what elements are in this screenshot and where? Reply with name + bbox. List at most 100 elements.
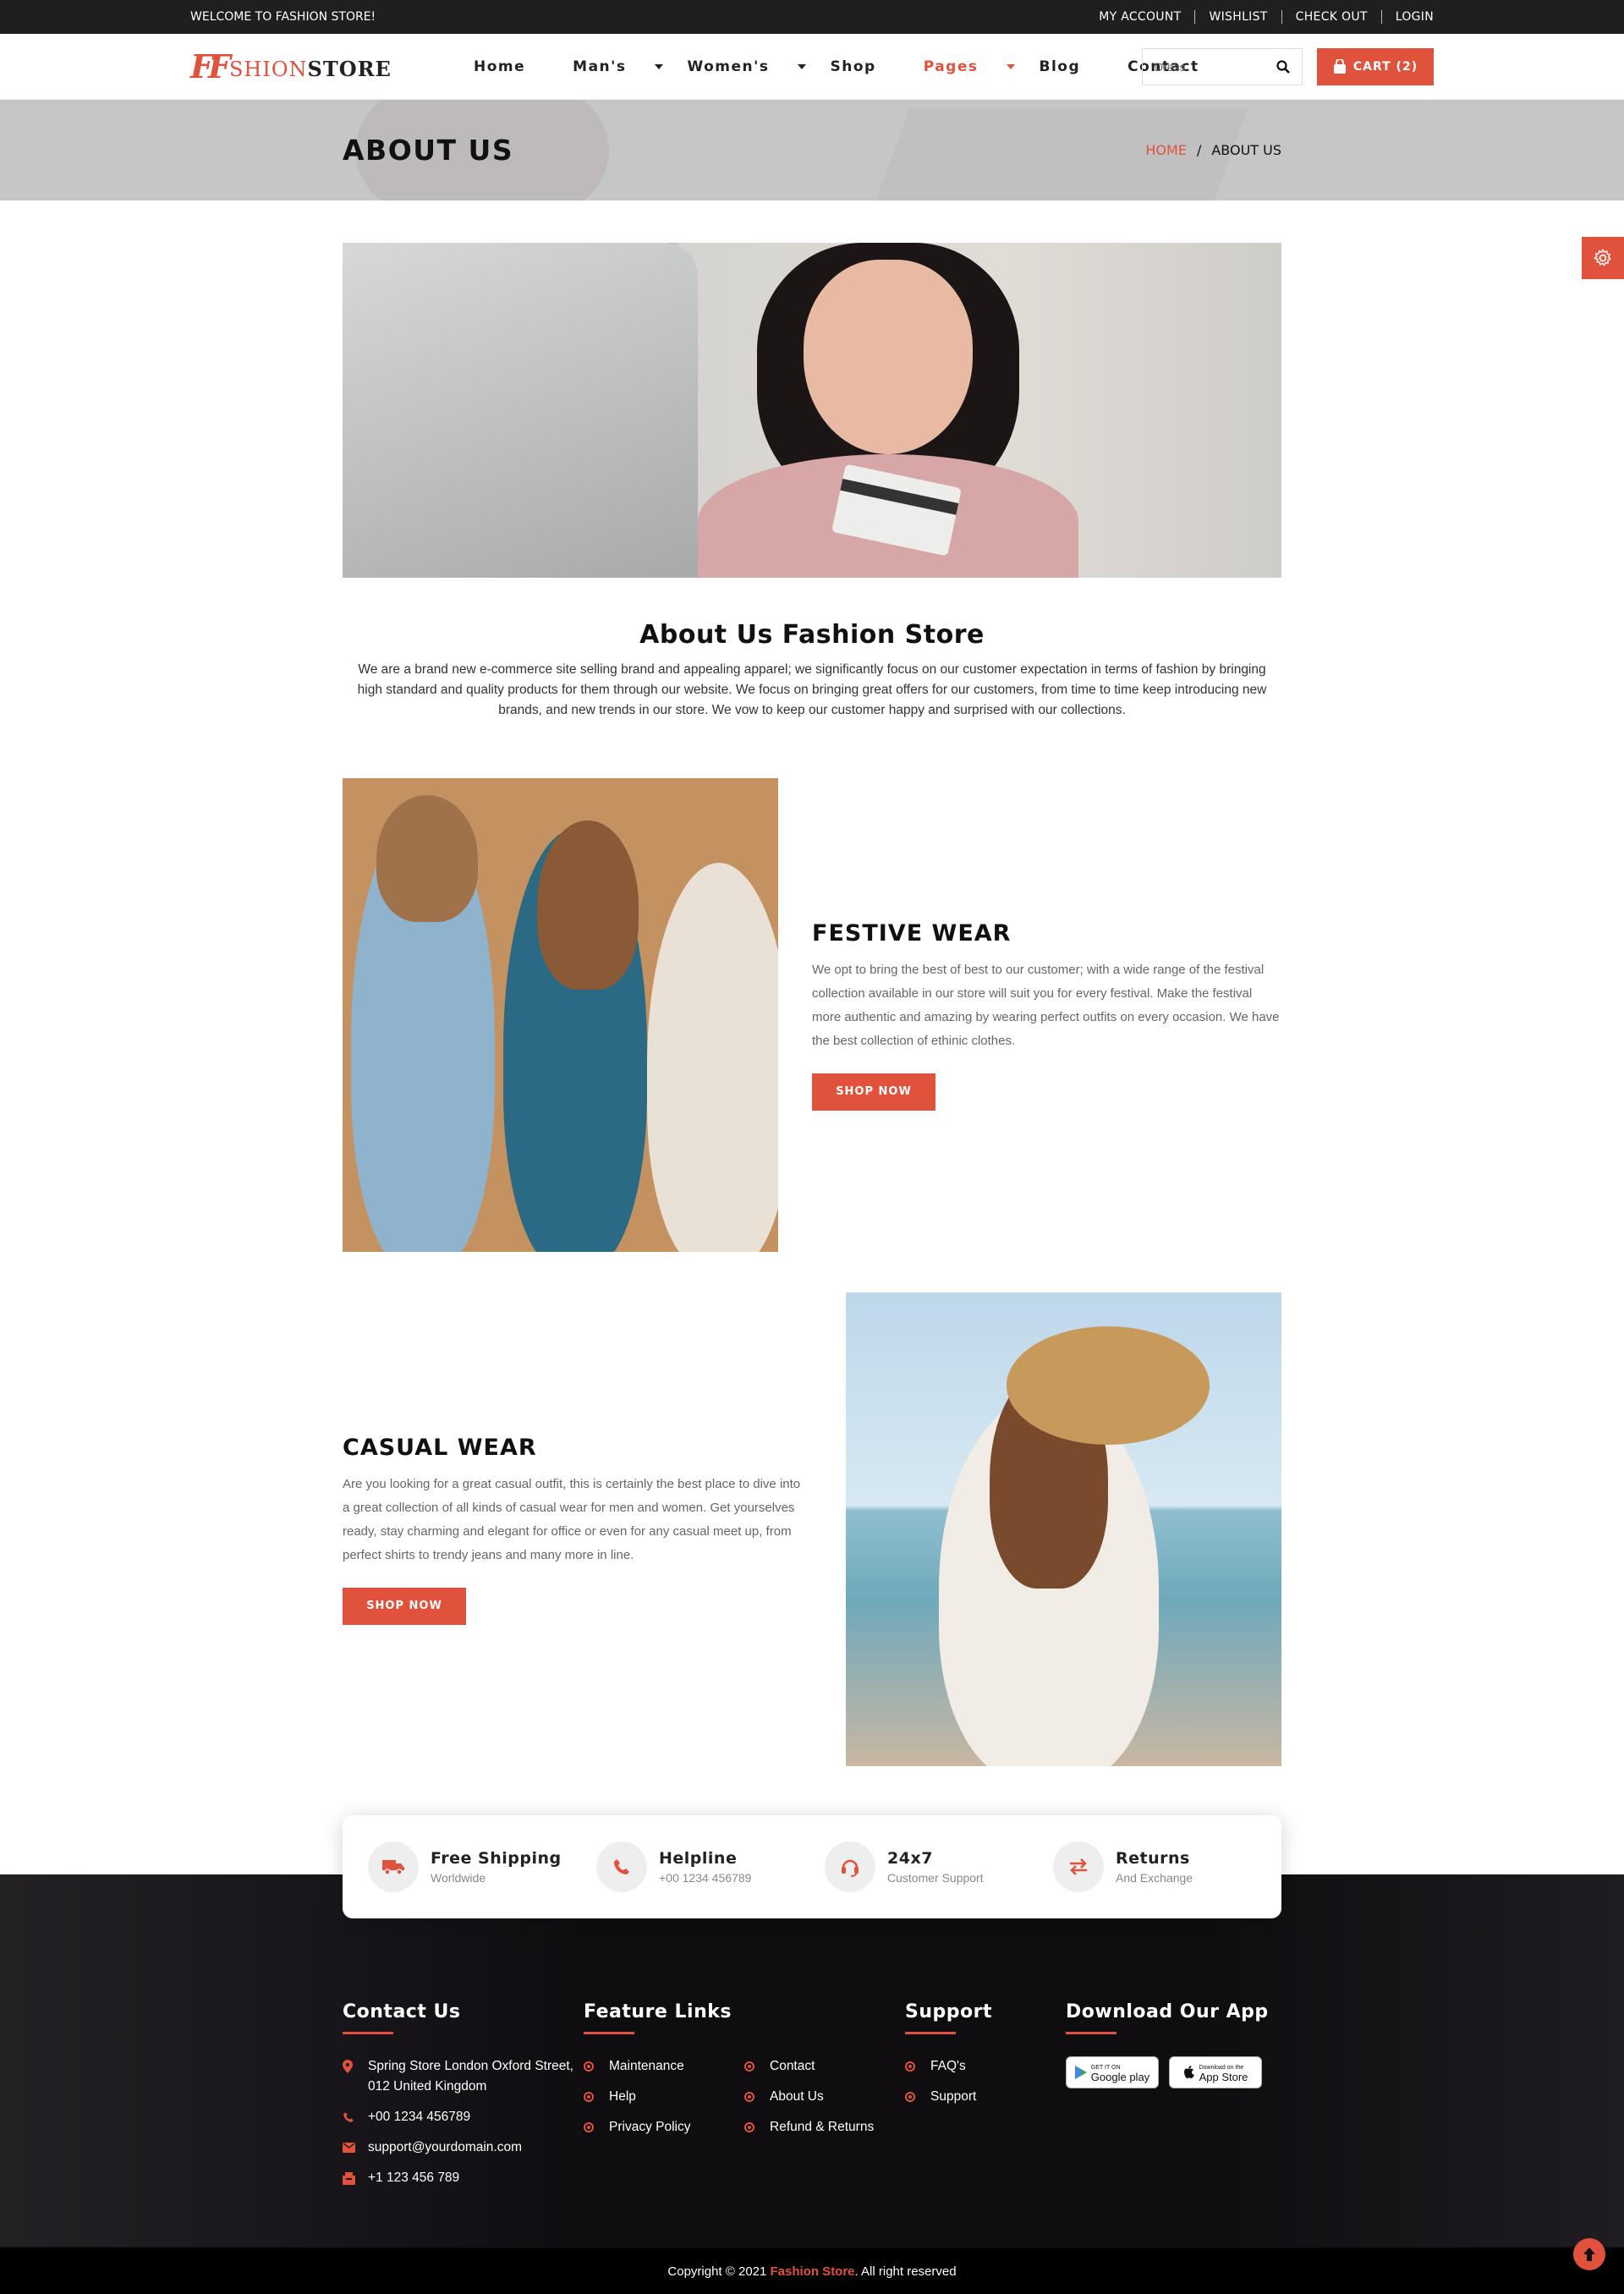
logo-text-2: STORE [307, 57, 392, 81]
feature-free-shipping: Free Shipping Worldwide [368, 1841, 596, 1892]
link-label: Privacy Policy [609, 2120, 691, 2134]
feature-title: 24x7 [887, 1849, 933, 1868]
copyright-suffix: . All right reserved [854, 2264, 957, 2279]
feature-support: 24x7 Customer Support [825, 1841, 1053, 1892]
footer-support-column: Support FAQ's Support [905, 2001, 1066, 2198]
footer-link-help[interactable]: Help [584, 2087, 744, 2107]
site-logo[interactable]: FF SHION STORE [190, 51, 474, 83]
footer-address: Spring Store London Oxford Street, 012 U… [343, 2056, 584, 2097]
festive-section: FESTIVE WEAR We opt to bring the best of… [343, 778, 1281, 1252]
nav-home[interactable]: Home [474, 58, 549, 75]
page-banner: ABOUT US HOME / ABOUT US [0, 100, 1624, 200]
phone-icon [343, 2112, 354, 2122]
arrow-up-icon [1583, 2247, 1595, 2261]
nav-mans-label: Man's [573, 58, 627, 75]
search-icon[interactable] [1276, 60, 1290, 74]
nav-blog[interactable]: Blog [1039, 58, 1104, 75]
feature-title: Free Shipping [431, 1849, 562, 1868]
map-pin-icon [343, 2060, 353, 2073]
woman-face-shape [804, 260, 973, 454]
footer-link-contact[interactable]: Contact [744, 2056, 905, 2077]
nav-home-label: Home [474, 58, 526, 75]
copyright-brand-link[interactable]: Fashion Store [771, 2264, 855, 2279]
about-heading: About Us Fashion Store [639, 620, 985, 650]
footer-app-column: Download Our App GET IT ON Google play Do… [1066, 2001, 1281, 2198]
wishlist-link[interactable]: WISHLIST [1194, 10, 1281, 24]
laptop-shape [343, 243, 698, 578]
nav-blog-label: Blog [1039, 58, 1081, 75]
footer-link-faqs[interactable]: FAQ's [905, 2056, 1066, 2077]
checkout-link[interactable]: CHECK OUT [1281, 10, 1381, 24]
circle-dot-icon [744, 2092, 754, 2102]
google-play-icon [1074, 2066, 1087, 2079]
footer-phone[interactable]: +00 1234 456789 [343, 2107, 584, 2127]
nav-pages-label: Pages [923, 58, 979, 75]
breadcrumb-current: ABOUT US [1211, 142, 1281, 158]
footer-link-privacy[interactable]: Privacy Policy [584, 2117, 744, 2138]
copyright-text: Copyright © 2021 [667, 2264, 767, 2279]
main-header: FF SHION STORE Home Man's Women's Shop P… [0, 34, 1624, 100]
footer-heading: Download Our App [1066, 2001, 1281, 2034]
login-link[interactable]: LOGIN [1380, 10, 1434, 24]
google-play-badge[interactable]: GET IT ON Google play [1066, 2056, 1159, 2088]
casual-shop-now-button[interactable]: SHOP NOW [343, 1587, 466, 1625]
festive-shop-now-button[interactable]: SHOP NOW [812, 1073, 935, 1111]
casual-text-block: CASUAL WEAR Are you looking for a great … [343, 1435, 804, 1625]
link-label: Support [930, 2089, 977, 2104]
footer-email[interactable]: support@yourdomain.com [343, 2138, 584, 2158]
nav-shop-label: Shop [830, 58, 876, 75]
circle-dot-icon [584, 2092, 594, 2102]
festive-text-block: FESTIVE WEAR We opt to bring the best of… [812, 920, 1281, 1111]
about-section: About Us Fashion Store We are a brand ne… [343, 620, 1281, 721]
festive-wear-image [343, 778, 778, 1252]
nav-womens[interactable]: Women's [687, 58, 807, 75]
festive-heading: FESTIVE WEAR [812, 919, 1012, 947]
footer-contact-column: Contact Us Spring Store London Oxford St… [343, 2001, 584, 2198]
footer-heading: Support [905, 2001, 1066, 2034]
about-text: We are a brand new e-commerce site selli… [357, 662, 1267, 717]
fax-icon [343, 2171, 355, 2185]
circle-dot-icon [905, 2061, 915, 2072]
feature-subtitle: And Exchange [1116, 1871, 1193, 1885]
search-input[interactable]: Dress [1142, 48, 1303, 85]
address-text: Spring Store London Oxford Street, 012 U… [368, 2059, 573, 2094]
settings-tab[interactable] [1582, 237, 1624, 279]
scroll-to-top-button[interactable] [1573, 2238, 1605, 2270]
nav-pages[interactable]: Pages [924, 58, 1016, 75]
casual-wear-image [846, 1292, 1281, 1766]
footer-heading: Contact Us [343, 2001, 584, 2034]
app-store-badge[interactable]: Download on the App Store [1169, 2056, 1262, 2088]
logo-text-1: SHION [228, 58, 308, 81]
breadcrumb: HOME / ABOUT US [1145, 142, 1281, 158]
cart-label: CART (2) [1352, 60, 1418, 74]
link-label: Refund & Returns [770, 2120, 875, 2134]
feature-subtitle: +00 1234 456789 [659, 1871, 752, 1885]
nav-mans[interactable]: Man's [573, 58, 664, 75]
email-text: support@yourdomain.com [368, 2140, 523, 2154]
gear-icon [1594, 249, 1611, 266]
phone-icon [596, 1841, 647, 1892]
nav-womens-label: Women's [687, 58, 770, 75]
circle-dot-icon [905, 2092, 915, 2102]
badge-text: App Store [1199, 2071, 1248, 2083]
cart-button[interactable]: CART (2) [1317, 48, 1434, 85]
hair-1 [376, 795, 478, 922]
casual-section: CASUAL WEAR Are you looking for a great … [343, 1292, 1281, 1766]
feature-title: Helpline [659, 1849, 738, 1868]
breadcrumb-home[interactable]: HOME [1145, 142, 1187, 158]
shopping-bag-icon [1333, 59, 1346, 74]
my-account-link[interactable]: MY ACCOUNT [1085, 10, 1194, 24]
footer-link-maintenance[interactable]: Maintenance [584, 2056, 744, 2077]
footer-link-support[interactable]: Support [905, 2087, 1066, 2107]
nav-shop[interactable]: Shop [830, 58, 899, 75]
feature-returns: Returns And Exchange [1053, 1841, 1281, 1892]
figure-3 [647, 863, 778, 1252]
feature-subtitle: Worldwide [431, 1871, 486, 1885]
footer-link-about[interactable]: About Us [744, 2087, 905, 2107]
footer-link-refund[interactable]: Refund & Returns [744, 2117, 905, 2138]
feature-helpline: Helpline +00 1234 456789 [596, 1841, 825, 1892]
footer-fax: +1 123 456 789 [343, 2168, 584, 2188]
circle-dot-icon [584, 2061, 594, 2072]
exchange-icon [1053, 1841, 1104, 1892]
apple-icon [1183, 2066, 1194, 2078]
